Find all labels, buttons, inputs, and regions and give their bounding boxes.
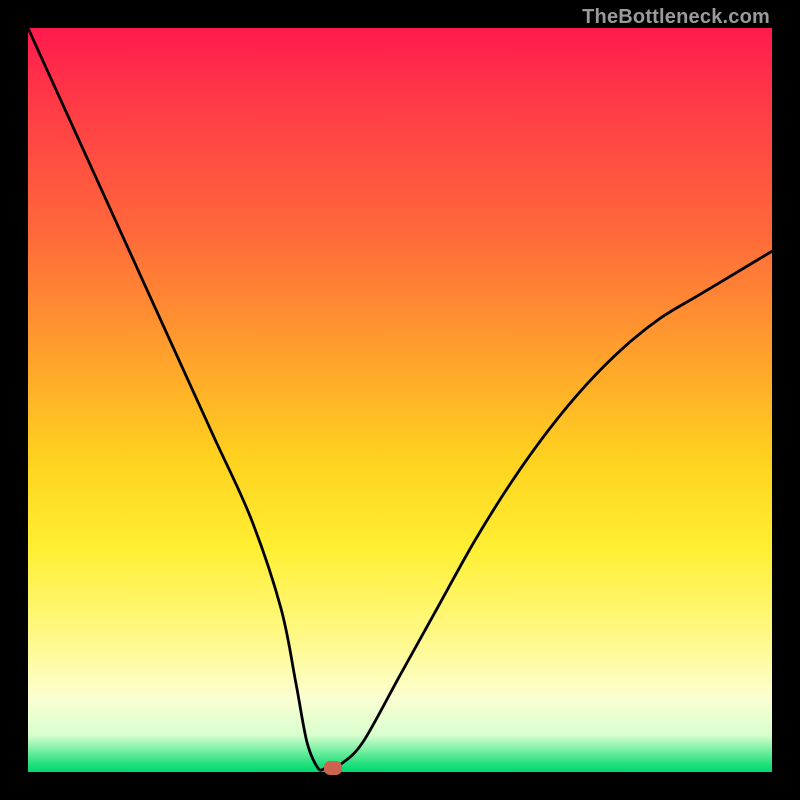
optimal-point-marker: [324, 761, 342, 775]
plot-area: [28, 28, 772, 772]
bottleneck-curve: [28, 28, 772, 772]
attribution-text: TheBottleneck.com: [582, 6, 770, 29]
